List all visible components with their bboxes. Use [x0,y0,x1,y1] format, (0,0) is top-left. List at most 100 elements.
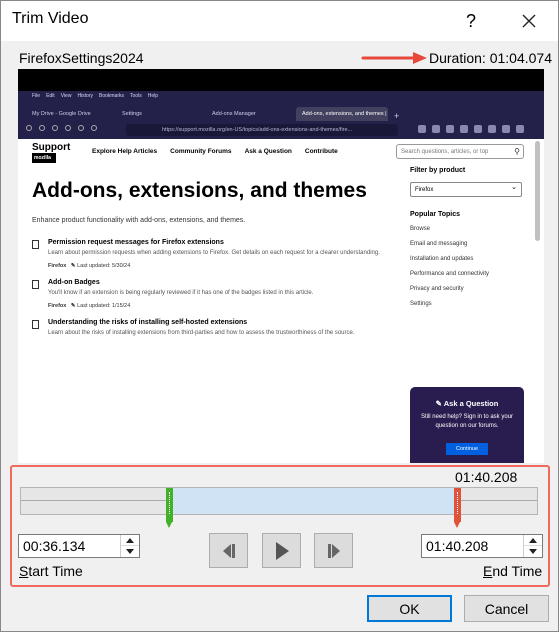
article-item: Permission request messages for Firefox … [32,239,392,269]
browser-chrome: File Edit View History Bookmarks Tools H… [18,91,544,139]
trim-panel: 01:40.208 00:36.134 01:40.208 Start Time… [10,465,550,587]
extension-icon [516,125,524,133]
browser-url-bar: https://support.mozilla.org/en-US/topics… [126,124,398,136]
extension-icon [418,125,426,133]
browser-tab: Add-ons Manager [212,111,256,117]
trim-video-dialog: Trim Video ? FirefoxSettings2024 Duratio… [0,0,559,632]
back-icon [26,125,32,131]
product-select: Firefox [410,182,522,197]
play-icon [275,541,289,560]
browser-menu: File Edit View History Bookmarks Tools H… [32,93,158,99]
dialog-title: Trim Video [12,10,89,27]
site-logo: Support mozilla [32,142,71,163]
start-time-up[interactable] [121,535,139,546]
topics-list: Browse Email and messaging Installation … [410,226,530,307]
document-icon [32,240,39,249]
settings-icon [65,125,71,131]
chevron-down-icon [126,549,134,554]
start-time-input[interactable] [19,535,119,557]
ok-button[interactable]: OK [367,595,452,622]
search-icon: ⚲ [514,147,520,156]
help-card-title: ✎ Ask a Question [435,399,499,408]
previous-frame-button[interactable] [209,533,248,568]
next-frame-icon [327,543,340,558]
article-item: Understanding the risks of installing se… [32,319,392,338]
play-button[interactable] [262,533,301,568]
help-card-text: Still need help? Sign in to ask your que… [420,414,514,429]
browser-menu-item: Tools [130,93,142,99]
page-sidebar: Filter by product Firefox Popular Topics… [410,167,530,316]
site-nav-item: Explore Help Articles [92,148,158,155]
browser-tab-row: My Drive - Google Drive Settings Add-ons… [18,104,544,121]
extension-icon [460,125,468,133]
next-frame-button[interactable] [314,533,353,568]
article-title: Understanding the risks of installing se… [48,319,248,326]
video-frame: File Edit View History Bookmarks Tools H… [18,91,544,463]
topic-item: Settings [410,301,432,307]
start-time-stepper[interactable] [120,535,139,557]
article-item: Add-on Badges You'll know if an extensio… [32,279,392,309]
topic-item: Performance and connectivity [410,271,490,277]
extension-icon [432,125,440,133]
title-bar: Trim Video ? [1,1,558,41]
refresh-icon [91,125,97,131]
article-meta: Firefox ✎ Last updated: 1/15/24 [48,303,131,309]
browser-menu-item: Bookmarks [99,93,125,99]
trim-timeline[interactable] [20,487,538,528]
file-name: FirefoxSettings2024 [19,50,144,66]
forward-icon [39,125,45,131]
reload-icon [52,125,58,131]
article-title: Add-on Badges [48,279,100,286]
new-tab-icon: + [394,111,400,121]
topic-item: Email and messaging [410,241,468,247]
previous-frame-icon [222,543,235,558]
site-header: Support mozilla Explore Help Articles Co… [18,139,544,165]
start-trim-handle[interactable] [165,488,173,528]
extension-icon [474,125,482,133]
red-arrow-annotation [361,52,427,64]
duration-label: Duration: 01:04.074 [429,50,552,66]
browser-menu-item: File [32,93,41,99]
site-nav: Explore Help Articles Community Forums A… [92,148,338,155]
cancel-button[interactable]: Cancel [464,595,549,622]
chevron-down-icon [529,549,537,554]
document-icon [32,280,39,289]
end-time-label: End Time [483,563,543,579]
site-search: Search questions, articles, or top ⚲ [396,144,524,159]
end-time-stepper[interactable] [523,535,542,557]
chevron-up-icon [126,537,134,543]
trim-selection [168,488,457,514]
expand-icon [78,125,84,131]
end-time-up[interactable] [524,535,542,546]
browser-tab: Settings [122,111,142,117]
end-marker-time: 01:40.208 [455,469,518,485]
article-desc: Learn about the risks of installing exte… [48,330,355,336]
topic-item: Privacy and security [410,286,464,292]
article-desc: Learn about permission requests when add… [48,250,380,256]
browser-tab-active: Add-ons, extensions, and themes | Fir... [296,107,388,121]
start-time-field[interactable] [18,534,140,558]
page-subheading: Enhance product functionality with add-o… [32,217,246,224]
page-heading: Add-ons, extensions, and themes [32,179,367,202]
browser-menu-item: View [60,93,72,99]
extension-icon [488,125,496,133]
video-preview[interactable]: File Edit View History Bookmarks Tools H… [18,69,544,463]
filter-title: Filter by product [410,167,466,174]
end-trim-handle[interactable] [453,488,461,528]
article-meta: Firefox ✎ Last updated: 5/30/24 [48,263,131,269]
end-time-field[interactable] [421,534,543,558]
close-button[interactable] [511,1,547,41]
start-time-down[interactable] [121,546,139,557]
chevron-up-icon [529,537,537,543]
page-scrollbar [535,141,540,241]
end-time-down[interactable] [524,546,542,557]
browser-nav-icons [26,125,97,131]
continue-button: Continue [445,443,489,455]
end-time-input[interactable] [422,535,522,557]
help-button[interactable]: ? [453,1,489,41]
extension-icon [502,125,510,133]
extension-icon [446,125,454,133]
document-icon [32,320,39,329]
article-list: Permission request messages for Firefox … [32,239,392,348]
webpage: Support mozilla Explore Help Articles Co… [18,139,544,463]
